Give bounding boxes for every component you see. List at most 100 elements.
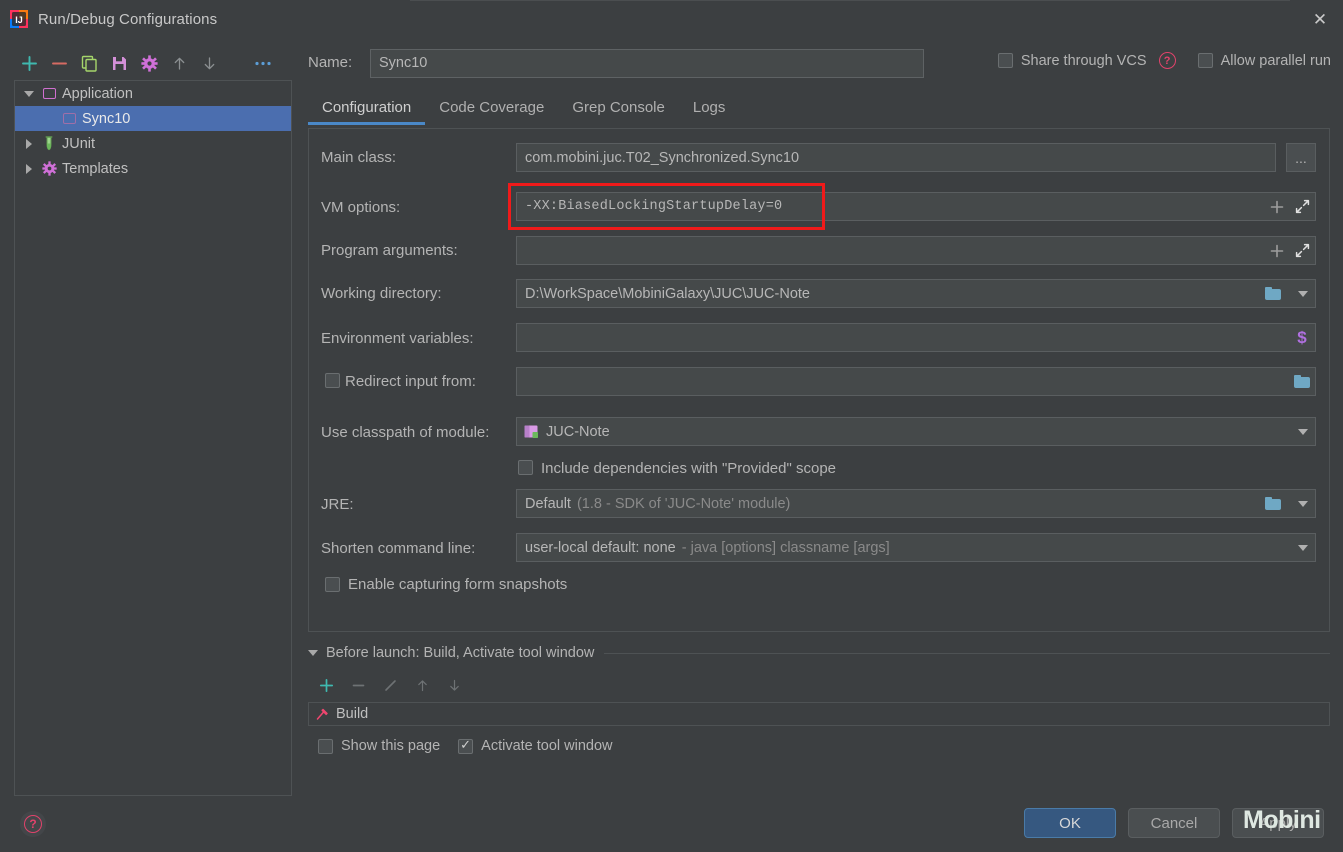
shorten-command-line-hint: - java [options] classname [args]	[681, 539, 890, 556]
jre-value: Default	[525, 495, 571, 512]
close-icon[interactable]: ✕	[1297, 0, 1343, 38]
show-this-page-label: Show this page	[341, 738, 441, 754]
tab-code-coverage[interactable]: Code Coverage	[425, 96, 558, 125]
tab-bar: Configuration Code Coverage Grep Console…	[308, 96, 1330, 128]
vm-options-macro-icon[interactable]	[1264, 192, 1290, 221]
share-through-vcs-checkbox[interactable]	[997, 53, 1013, 68]
twisty-expanded-icon[interactable]	[19, 90, 39, 97]
vm-options-label: VM options:	[321, 199, 401, 216]
save-configuration-icon[interactable]	[104, 48, 134, 78]
shorten-command-line-label: Shorten command line:	[321, 540, 476, 557]
move-up-button[interactable]	[164, 48, 194, 78]
vm-options-input[interactable]: -XX:BiasedLockingStartupDelay=0	[516, 192, 1316, 221]
module-icon	[517, 425, 539, 439]
environment-variables-label: Environment variables:	[321, 330, 474, 347]
before-launch-list-item[interactable]: Build	[308, 702, 1330, 726]
add-configuration-button[interactable]	[14, 48, 44, 78]
jre-select[interactable]: Default (1.8 - SDK of 'JUC-Note' module)	[516, 489, 1316, 518]
twisty-collapsed-icon[interactable]	[19, 138, 39, 149]
form-snapshots-label: Enable capturing form snapshots	[348, 576, 568, 593]
shorten-command-line-select[interactable]: user-local default: none - java [options…	[516, 533, 1316, 562]
more-options-icon[interactable]	[248, 48, 278, 78]
jre-folder-icon[interactable]	[1259, 489, 1287, 518]
tree-item-application[interactable]: Application	[15, 81, 291, 106]
application-icon	[59, 113, 79, 124]
program-arguments-input[interactable]	[516, 236, 1316, 265]
title-divider	[410, 0, 1290, 1]
help-icon: ?	[24, 815, 42, 833]
copy-configuration-icon[interactable]	[74, 48, 104, 78]
program-arguments-expand-icon[interactable]	[1289, 236, 1315, 265]
shorten-command-line-chevron-down-icon[interactable]	[1291, 533, 1315, 562]
working-directory-chevron-down-icon[interactable]	[1291, 279, 1315, 308]
redirect-input-field[interactable]	[516, 367, 1316, 396]
configuration-form: Main class: com.mobini.juc.T02_Synchroni…	[308, 128, 1330, 632]
working-directory-label: Working directory:	[321, 285, 442, 302]
apply-button[interactable]: Apply	[1232, 808, 1324, 838]
cancel-button[interactable]: Cancel	[1128, 808, 1220, 838]
junit-icon	[39, 136, 59, 151]
configurations-tree[interactable]: Application Sync10 JUnit Templates	[14, 80, 292, 796]
allow-parallel-run-checkbox[interactable]	[1197, 53, 1213, 68]
tree-item-templates[interactable]: Templates	[15, 156, 291, 181]
before-launch-options: Show this page Activate tool window	[318, 737, 613, 754]
before-launch-divider	[604, 652, 1330, 654]
help-button[interactable]: ?	[20, 811, 46, 837]
tree-item-junit[interactable]: JUnit	[15, 131, 291, 156]
include-provided-scope-checkbox[interactable]	[518, 460, 533, 475]
classpath-module-select[interactable]: JUC-Note	[516, 417, 1316, 446]
ok-button[interactable]: OK	[1024, 808, 1116, 838]
edit-templates-gear-icon[interactable]	[134, 48, 164, 78]
show-this-page-checkbox[interactable]	[318, 738, 333, 754]
classpath-module-value: JUC-Note	[546, 423, 610, 440]
jre-chevron-down-icon[interactable]	[1291, 489, 1315, 518]
intellij-idea-icon: IJ	[10, 10, 28, 28]
name-label: Name:	[308, 54, 353, 71]
classpath-module-chevron-down-icon[interactable]	[1291, 417, 1315, 446]
config-list-toolbar	[14, 46, 292, 80]
name-input[interactable]: Sync10	[370, 49, 924, 78]
jre-label: JRE:	[321, 496, 354, 513]
activate-tool-window-label: Activate tool window	[481, 738, 613, 754]
tab-configuration[interactable]: Configuration	[308, 96, 426, 125]
redirect-input-folder-icon[interactable]	[1289, 367, 1315, 396]
before-launch-toolbar	[310, 672, 510, 698]
environment-variables-input[interactable]	[516, 323, 1316, 352]
before-launch-add-button[interactable]	[310, 673, 342, 697]
before-launch-remove-button	[342, 673, 374, 697]
build-hammer-icon	[315, 707, 329, 721]
tab-logs[interactable]: Logs	[679, 96, 740, 125]
main-class-input[interactable]: com.mobini.juc.T02_Synchronized.Sync10	[516, 143, 1276, 172]
move-down-button[interactable]	[194, 48, 224, 78]
redirect-input-label: Redirect input from:	[345, 373, 476, 390]
activate-tool-window-checkbox[interactable]	[458, 737, 474, 754]
title-bar: IJ Run/Debug Configurations ✕	[0, 0, 1343, 38]
working-directory-folder-icon[interactable]	[1259, 279, 1287, 308]
main-class-label: Main class:	[321, 149, 397, 166]
vm-options-expand-icon[interactable]	[1289, 192, 1315, 221]
tree-item-label: Sync10	[82, 110, 131, 127]
application-icon	[39, 88, 59, 99]
before-launch-header[interactable]: Before launch: Build, Activate tool wind…	[308, 642, 1330, 664]
program-arguments-macro-icon[interactable]	[1264, 236, 1290, 265]
share-through-vcs-label: Share through VCS	[1020, 52, 1147, 69]
working-directory-input[interactable]: D:\WorkSpace\MobiniGalaxy\JUC\JUC-Note	[516, 279, 1316, 308]
environment-variables-dollar-icon[interactable]: $	[1289, 323, 1315, 352]
tab-grep-console[interactable]: Grep Console	[558, 96, 679, 125]
remove-configuration-button[interactable]	[44, 48, 74, 78]
redirect-input-checkbox[interactable]	[325, 373, 340, 388]
allow-parallel-run-label: Allow parallel run	[1220, 52, 1331, 69]
chevron-down-icon[interactable]	[308, 650, 318, 656]
before-launch-move-up-button	[406, 673, 438, 697]
main-class-browse-button[interactable]: ...	[1286, 143, 1316, 172]
tree-item-label: JUnit	[62, 135, 96, 152]
tree-item-label: Application	[62, 85, 133, 102]
form-snapshots-checkbox[interactable]	[325, 577, 340, 592]
gear-icon	[39, 161, 59, 176]
tree-item-sync10[interactable]: Sync10	[15, 106, 291, 131]
twisty-collapsed-icon[interactable]	[19, 163, 39, 174]
jre-value-hint: (1.8 - SDK of 'JUC-Note' module)	[576, 495, 791, 512]
include-provided-scope-label: Include dependencies with "Provided" sco…	[541, 460, 837, 477]
help-icon[interactable]: ?	[1158, 52, 1176, 69]
svg-text:IJ: IJ	[15, 15, 23, 25]
